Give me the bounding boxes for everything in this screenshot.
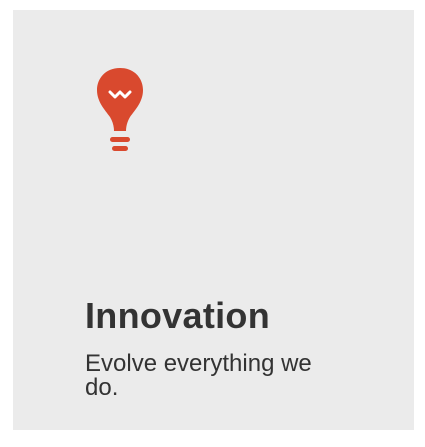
card-subtitle: Evolve everything we do. — [85, 350, 312, 401]
innovation-card: Innovation Evolve everything we do. — [13, 10, 414, 430]
card-title: Innovation — [85, 295, 270, 336]
lightbulb-icon — [95, 65, 145, 165]
